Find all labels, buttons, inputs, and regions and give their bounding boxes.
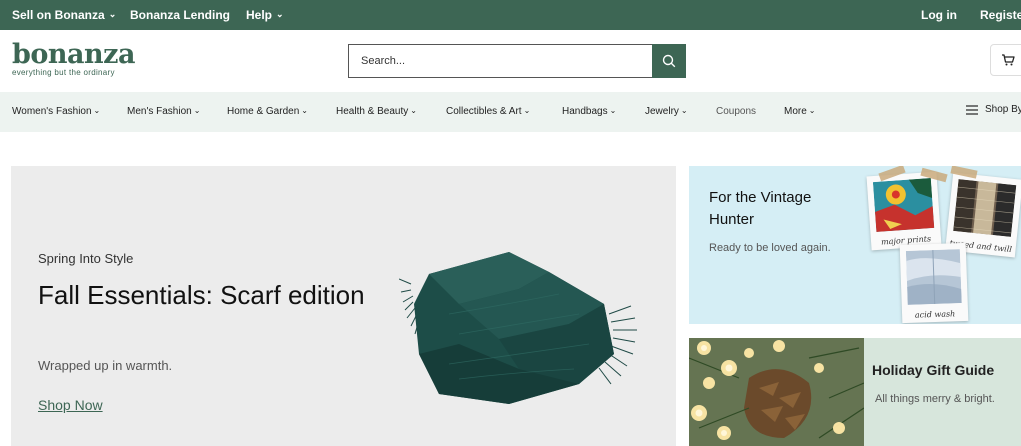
scarf-image xyxy=(399,252,637,404)
holiday-gift-guide-card[interactable]: Holiday Gift Guide All things merry & br… xyxy=(689,338,1021,446)
chevron-down-icon: ⌄ xyxy=(410,106,417,115)
nav-more[interactable]: More ⌄ xyxy=(784,106,816,117)
sell-label: Sell on Bonanza xyxy=(12,8,105,22)
category-nav: Women's Fashion ⌄ Men's Fashion ⌄ Home & G… xyxy=(0,92,1021,132)
chevron-down-icon: ⌄ xyxy=(301,106,308,115)
nav-health-beauty[interactable]: Health & Beauty ⌄ xyxy=(336,106,417,117)
vintage-card-subtitle: Ready to be loved again. xyxy=(709,242,831,254)
chevron-down-icon: ⌄ xyxy=(276,8,284,19)
top-bar: Sell on Bonanza ⌄ Bonanza Lending Help ⌄… xyxy=(0,0,1021,30)
nav-label: More xyxy=(784,106,807,117)
chevron-down-icon: ⌄ xyxy=(193,106,201,115)
nav-label: Health & Beauty xyxy=(336,106,409,117)
login-link[interactable]: Log in xyxy=(921,8,957,22)
hero-title: Fall Essentials: Scarf edition xyxy=(38,280,365,310)
cart-button[interactable] xyxy=(990,44,1021,76)
chevron-down-icon: ⌄ xyxy=(609,106,617,115)
chevron-down-icon: ⌄ xyxy=(523,106,531,115)
photo-caption: acid wash xyxy=(914,309,956,320)
search-icon xyxy=(662,54,676,68)
denim-photo xyxy=(905,249,962,305)
nav-label: Home & Garden xyxy=(227,106,300,117)
polaroid-major-prints: major prints xyxy=(866,171,942,251)
search-button[interactable] xyxy=(652,44,686,78)
nav-home-garden[interactable]: Home & Garden ⌄ xyxy=(227,106,308,117)
cart-icon xyxy=(1002,54,1015,66)
holiday-lights-image xyxy=(689,338,864,446)
header: bonanza everything but the ordinary xyxy=(0,30,1021,92)
chevron-down-icon: ⌄ xyxy=(93,106,101,115)
nav-handbags[interactable]: Handbags ⌄ xyxy=(562,106,616,117)
print-photo xyxy=(872,178,935,232)
shop-by-label: Shop By xyxy=(985,104,1021,115)
shop-now-link[interactable]: Shop Now xyxy=(38,397,103,413)
hero-banner[interactable]: Spring Into Style Fall Essentials: Scarf… xyxy=(11,166,676,446)
nav-label: Men's Fashion xyxy=(127,106,192,117)
vintage-card-title: For the Vintage Hunter xyxy=(709,189,812,228)
search-bar xyxy=(348,44,686,78)
chevron-down-icon: ⌄ xyxy=(808,106,816,115)
nav-label: Jewelry xyxy=(645,106,679,117)
help-label: Help xyxy=(246,8,273,22)
bonanza-logo[interactable]: bonanza everything but the ordinary xyxy=(12,39,135,77)
hero-subtitle: Wrapped up in warmth. xyxy=(38,358,173,373)
nav-jewelry[interactable]: Jewelry ⌄ xyxy=(645,106,688,117)
nav-label: Women's Fashion xyxy=(12,106,92,117)
nav-label: Collectibles & Art xyxy=(446,106,522,117)
polaroid-acid-wash: acid wash xyxy=(899,242,969,324)
nav-collectibles-art[interactable]: Collectibles & Art ⌄ xyxy=(446,106,530,117)
nav-womens-fashion[interactable]: Women's Fashion ⌄ xyxy=(12,106,100,117)
sell-on-bonanza-link[interactable]: Sell on Bonanza ⌄ xyxy=(12,8,116,22)
chevron-down-icon: ⌄ xyxy=(680,106,688,115)
hamburger-icon xyxy=(966,104,978,115)
help-menu[interactable]: Help ⌄ xyxy=(246,8,284,22)
search-input[interactable] xyxy=(348,44,652,78)
bonanza-lending-link[interactable]: Bonanza Lending xyxy=(130,8,230,22)
chevron-down-icon: ⌄ xyxy=(108,8,117,19)
shop-by-menu[interactable]: Shop By xyxy=(966,104,1021,115)
register-link[interactable]: Register xyxy=(980,8,1021,22)
vintage-hunter-card[interactable]: For the Vintage Hunter Ready to be loved… xyxy=(689,166,1021,324)
nav-coupons[interactable]: Coupons xyxy=(716,106,756,117)
hero-kicker: Spring Into Style xyxy=(38,251,134,266)
nav-label: Handbags xyxy=(562,106,608,117)
nav-mens-fashion[interactable]: Men's Fashion ⌄ xyxy=(127,106,200,117)
tweed-photo xyxy=(953,179,1017,237)
logo-wordmark: bonanza xyxy=(12,39,135,70)
holiday-card-subtitle: All things merry & bright. xyxy=(875,393,995,405)
holiday-card-title: Holiday Gift Guide xyxy=(872,362,995,378)
